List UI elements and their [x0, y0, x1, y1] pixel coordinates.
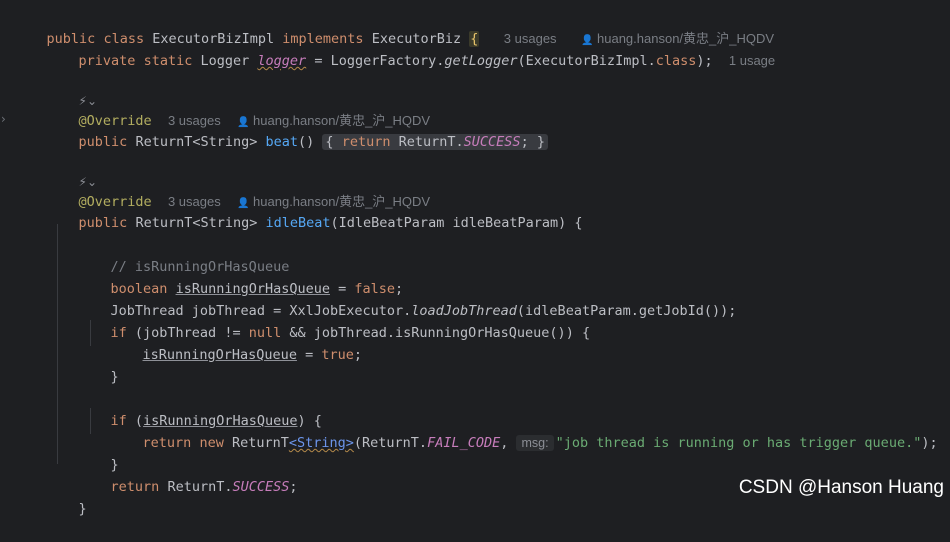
code-text: ;: [353, 347, 362, 363]
keyword: public: [78, 215, 128, 231]
code-line-class-decl: public class ExecutorBizImpl implements …: [14, 6, 774, 47]
code-line-idle-method: public ReturnT<String> idleBeat(IdleBeat…: [46, 190, 583, 231]
code-line-ai-gutter: ⚡⌄: [46, 68, 97, 108]
code-text: }: [536, 134, 545, 150]
type-name: LoggerFactory.: [330, 53, 445, 69]
code-text: ;: [520, 134, 529, 150]
type-name: ReturnT: [231, 435, 289, 451]
code-line-logger: private static Logger logger = LoggerFac…: [46, 28, 776, 69]
method-call: getLogger: [444, 53, 518, 69]
code-text: (IdleBeatParam idleBeatParam) {: [330, 215, 583, 231]
code-text: ReturnT.: [167, 479, 233, 495]
code-line-if-running: if (isRunningOrHasQueue) {: [78, 388, 322, 429]
code-line-ai-gutter: ⚡⌄: [46, 149, 97, 189]
code-text: );: [921, 435, 938, 451]
indent-guide: [90, 320, 91, 346]
code-text: ;: [289, 479, 298, 495]
indent-guide: [57, 224, 58, 464]
static-field: SUCCESS: [463, 134, 521, 150]
keyword: true: [321, 347, 354, 363]
keyword: return: [341, 134, 391, 150]
code-text: ReturnT.: [398, 134, 464, 150]
code-line-override-idle: @Override 3 usages 👤 huang.hanson/黄忠_沪_H…: [46, 169, 431, 210]
keyword: return: [142, 435, 192, 451]
code-text: {: [325, 134, 334, 150]
type-name: ReturnT<String>: [135, 215, 258, 231]
static-field: SUCCESS: [232, 479, 290, 495]
logger-field: logger: [257, 53, 307, 69]
code-line-assign-true: isRunningOrHasQueue = true;: [110, 322, 362, 363]
code-text: );: [696, 53, 713, 69]
method-name: idleBeat: [265, 215, 331, 231]
usages-hint[interactable]: 1 usage: [729, 53, 775, 68]
keyword: class: [655, 53, 697, 69]
string-literal: "job thread is running or has trigger qu…: [555, 435, 922, 451]
keyword: static: [143, 53, 193, 69]
code-line-override-beat: @Override 3 usages 👤 huang.hanson/黄忠_沪_H…: [46, 88, 431, 129]
keyword: new: [199, 435, 224, 451]
code-line-method-close: }: [46, 476, 87, 517]
code-text: }: [78, 501, 87, 517]
fold-chevron-icon[interactable]: ›: [1, 112, 6, 126]
code-line-boolean: boolean isRunningOrHasQueue = false;: [78, 256, 404, 297]
type-name: ReturnT<String>: [135, 134, 258, 150]
parameter-hint: msg:: [516, 435, 554, 451]
code-text: }: [110, 369, 119, 385]
code-line-return-success: return ReturnT.SUCCESS;: [78, 454, 298, 495]
operator: =: [306, 53, 331, 69]
code-text: (ExecutorBizImpl.: [517, 53, 656, 69]
indent-guide: [90, 408, 91, 434]
method-name: beat: [265, 134, 299, 150]
code-editor[interactable]: › public class ExecutorBizImpl implement…: [0, 0, 950, 517]
code-line-if-jobthread: if (jobThread != null && jobThread.isRun…: [78, 300, 591, 341]
generic-type: <String>: [288, 435, 354, 451]
code-text: (): [298, 134, 315, 150]
code-line-close-brace: }: [78, 432, 119, 473]
csdn-watermark: CSDN @Hanson Huang: [738, 477, 944, 498]
code-text: ,: [500, 435, 517, 451]
static-field: FAIL_CODE: [427, 435, 501, 451]
local-variable: isRunningOrHasQueue: [142, 347, 297, 363]
code-line-return-fail: return new ReturnT<String>(ReturnT.FAIL_…: [110, 410, 938, 451]
code-text: (ReturnT.: [353, 435, 428, 451]
operator: =: [296, 347, 322, 363]
keyword: return: [110, 479, 160, 495]
keyword: public: [78, 134, 128, 150]
collapsed-code-block[interactable]: { return ReturnT.SUCCESS; }: [322, 134, 548, 150]
code-line-comment: // isRunningOrHasQueue: [78, 234, 290, 275]
code-line-beat-method: public ReturnT<String> beat() { return R…: [46, 109, 548, 150]
code-line-close-brace: }: [78, 344, 119, 385]
code-line-jobthread: JobThread jobThread = XxlJobExecutor.loa…: [78, 278, 737, 319]
keyword: private: [78, 53, 136, 69]
type-name: Logger: [200, 53, 250, 69]
